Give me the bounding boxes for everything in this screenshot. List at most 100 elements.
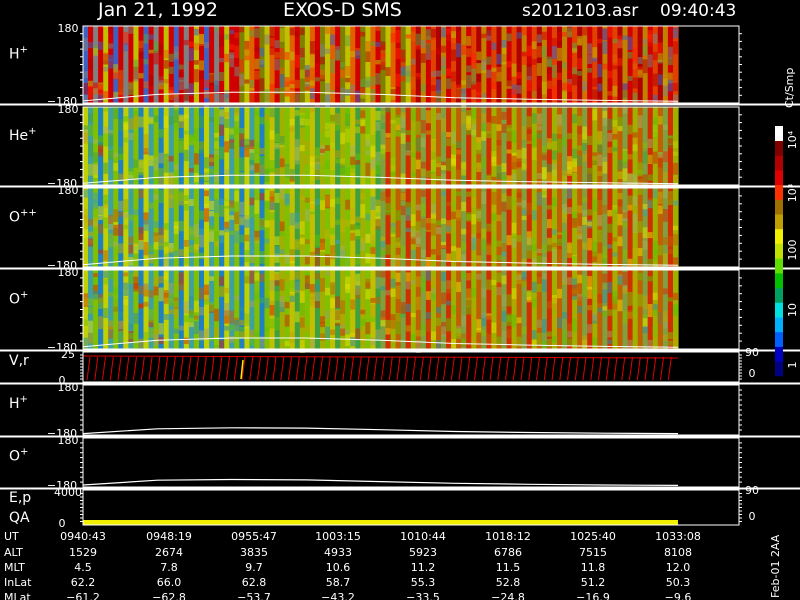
- spectrogram-speckle: [153, 221, 159, 228]
- spectrogram-speckle: [461, 338, 467, 346]
- spectrogram-speckle: [546, 171, 552, 183]
- footer-cell: 58.7: [326, 576, 351, 589]
- spectrogram-speckle: [526, 231, 532, 246]
- spectrogram-speckle: [314, 272, 320, 280]
- spectrogram-speckle: [88, 219, 93, 226]
- spectrogram-column: [178, 26, 185, 103]
- spectrogram-speckle: [466, 65, 472, 73]
- spectrogram-speckle: [330, 199, 336, 207]
- spectrogram-speckle: [98, 145, 104, 157]
- spectrogram-speckle: [188, 295, 194, 309]
- spectrogram-speckle: [506, 61, 512, 68]
- spectrogram-speckle: [380, 41, 386, 51]
- spectrogram-speckle: [304, 256, 310, 265]
- spectrogram-speckle: [562, 32, 567, 37]
- spectrogram-speckle: [229, 324, 235, 331]
- spectrogram-speckle: [365, 51, 371, 62]
- spectrogram-column: [657, 26, 664, 103]
- spectrogram-speckle: [657, 245, 663, 256]
- spectrogram-speckle: [592, 89, 598, 101]
- spectrogram-speckle: [425, 143, 431, 151]
- spectrogram-speckle: [667, 312, 673, 324]
- spectrogram-speckle: [193, 42, 199, 51]
- spectrogram-speckle: [486, 29, 492, 36]
- spectrogram-speckle: [254, 200, 260, 214]
- spectrogram-speckle: [551, 297, 557, 310]
- spectrogram-speckle: [572, 218, 578, 228]
- spectrogram-speckle: [239, 216, 245, 226]
- spectrogram-speckle: [461, 254, 467, 262]
- spectrogram-speckle: [516, 85, 522, 94]
- spectrogram-speckle: [113, 91, 119, 98]
- spectrogram-speckle: [98, 224, 104, 234]
- spectrogram-speckle: [400, 76, 406, 82]
- spectrogram-speckle: [183, 337, 189, 344]
- spectrogram-column: [572, 26, 578, 103]
- spectrogram-speckle: [501, 193, 507, 202]
- spectrogram-speckle: [274, 145, 280, 150]
- spectrogram-speckle: [436, 206, 441, 217]
- panel-border: [82, 489, 740, 526]
- spectrogram-speckle: [425, 319, 431, 332]
- spectrogram-speckle: [420, 331, 426, 336]
- spectrogram-speckle: [88, 298, 93, 306]
- spectrogram-speckle: [395, 131, 401, 137]
- spectrogram-speckle: [662, 253, 668, 265]
- spectrogram-speckle: [108, 26, 114, 34]
- spectrogram-speckle: [425, 234, 431, 248]
- spectrogram-speckle: [264, 34, 270, 45]
- spectrogram-speckle: [234, 190, 240, 202]
- colorbar-tick-label: 10³: [786, 184, 799, 202]
- spectrogram-speckle: [214, 199, 220, 213]
- spectrogram-speckle: [340, 218, 346, 233]
- spectrogram-speckle: [562, 231, 567, 242]
- spectrogram-speckle: [108, 133, 114, 147]
- spectrogram-speckle: [572, 318, 578, 332]
- spectrogram-speckle: [531, 58, 537, 65]
- spectrogram-speckle: [370, 298, 376, 303]
- spectrogram-speckle: [627, 154, 633, 160]
- spectrogram-speckle: [309, 41, 315, 54]
- spectrogram-speckle: [385, 244, 391, 255]
- spectrogram-speckle: [652, 188, 658, 200]
- spectrogram-speckle: [259, 193, 265, 201]
- spectrogram-speckle: [415, 121, 421, 135]
- spectrogram-speckle: [667, 340, 673, 346]
- spectrogram-speckle: [607, 339, 613, 345]
- spectrogram-speckle: [259, 156, 265, 167]
- spectrogram-speckle: [118, 153, 124, 160]
- spectrogram-speckle: [551, 229, 557, 235]
- spectrogram-speckle: [325, 310, 330, 319]
- spectrogram-speckle: [451, 131, 457, 145]
- spectrogram-speckle: [597, 189, 603, 200]
- spectrogram-speckle: [163, 49, 169, 59]
- spectrogram-speckle: [269, 26, 275, 38]
- spectrogram-speckle: [88, 320, 93, 333]
- spectrogram-speckle: [98, 84, 104, 96]
- spectrogram-speckle: [294, 212, 300, 224]
- spectrogram-speckle: [415, 329, 421, 337]
- spectrogram-speckle: [103, 52, 109, 61]
- spectrogram-speckle: [652, 292, 658, 300]
- spectrogram-speckle: [587, 167, 593, 174]
- spectrogram-speckle: [148, 202, 154, 209]
- spectrogram-speckle: [350, 156, 356, 165]
- spectrogram-speckle: [496, 166, 502, 180]
- spectrogram-speckle: [441, 272, 446, 282]
- spectrogram-speckle: [370, 337, 376, 346]
- spectrogram-speckle: [294, 54, 300, 68]
- spectrogram-speckle: [83, 132, 88, 144]
- spectrogram-speckle: [567, 27, 573, 38]
- y-tick-label-top: 180: [58, 103, 79, 116]
- spectrogram-speckle: [83, 208, 88, 223]
- spectrogram-speckle: [400, 245, 406, 260]
- spectrogram-speckle: [617, 236, 623, 247]
- spectrogram-speckle: [204, 42, 209, 49]
- spectrogram-speckle: [128, 272, 134, 284]
- spectrogram-speckle: [219, 286, 225, 297]
- spectrogram-speckle: [133, 276, 139, 289]
- spectrogram-speckle: [607, 244, 613, 249]
- spectrogram-speckle: [652, 304, 658, 310]
- chart-svg: Jan 21, 1992 EXOS-D SMS s2012103.asr 09:…: [0, 0, 800, 600]
- spectrogram-speckle: [521, 271, 527, 280]
